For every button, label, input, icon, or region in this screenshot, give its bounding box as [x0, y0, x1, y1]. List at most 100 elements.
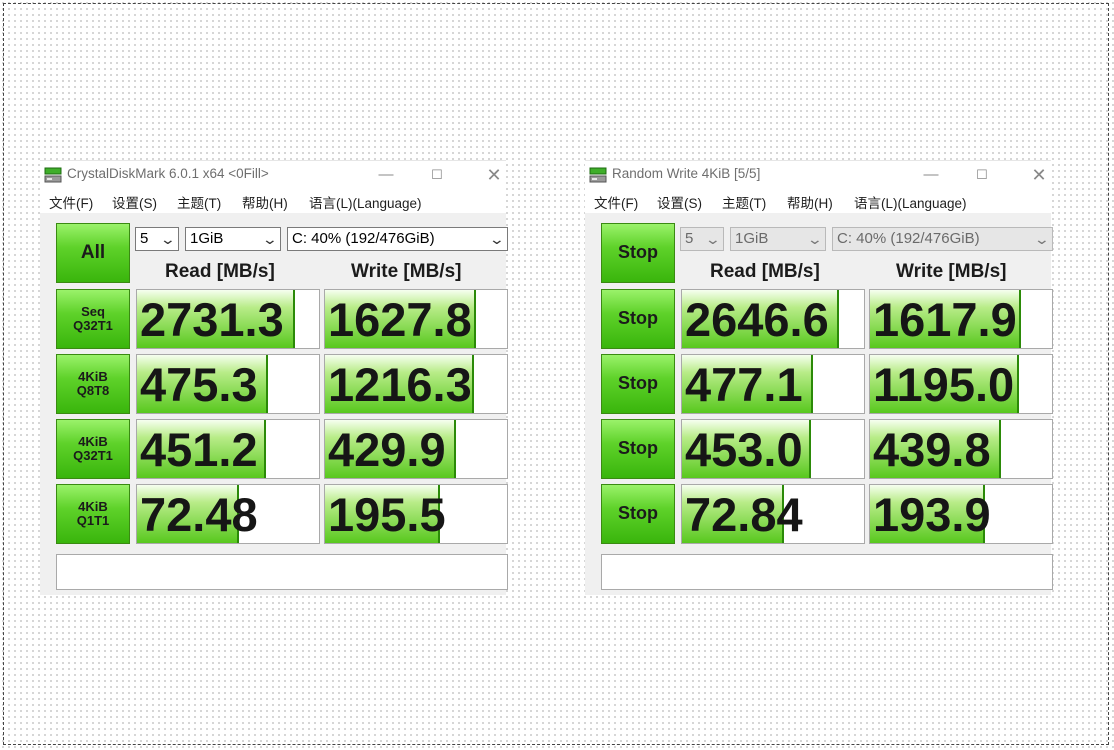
menu-theme[interactable]: 主题(T) — [177, 192, 221, 212]
close-button[interactable]: ✕ — [1028, 164, 1050, 186]
stop-button[interactable]: Stop — [601, 223, 675, 283]
4kib-q1t1-button[interactable]: 4KiB Q1T1 — [56, 484, 130, 544]
result-bar-edge — [472, 355, 474, 413]
chevron-down-icon: ⌄ — [806, 231, 824, 247]
minimize-button[interactable]: — — [920, 164, 942, 186]
stop-button[interactable]: Stop — [601, 484, 675, 544]
drive-select[interactable]: C: 40% (192/476GiB) ⌄ — [832, 227, 1053, 251]
read-result-cell: 477.1 — [681, 354, 865, 414]
row-label-line2: Q8T8 — [76, 383, 110, 398]
drive-value: C: 40% (192/476GiB) — [837, 230, 980, 247]
4kib-q8t8-button[interactable]: 4KiB Q8T8 — [56, 354, 130, 414]
title-bar: CrystalDiskMark 6.0.1 x64 <0Fill> — ☐ ✕ — [40, 161, 506, 189]
menu-language[interactable]: 语言(L)(Language) — [309, 192, 422, 212]
test-size-select[interactable]: 1GiB ⌄ — [185, 227, 281, 251]
write-value: 439.8 — [873, 423, 991, 476]
all-button[interactable]: All — [56, 223, 130, 283]
maximize-button[interactable]: ☐ — [971, 164, 993, 186]
read-result-cell: 453.0 — [681, 419, 865, 479]
row-label-line2: Q32T1 — [73, 318, 113, 333]
comment-field[interactable] — [601, 554, 1053, 590]
read-value: 2646.6 — [685, 293, 829, 346]
write-result-cell: 195.5 — [324, 484, 508, 544]
read-result-cell: 2731.3 — [136, 289, 320, 349]
menu-file[interactable]: 文件(F) — [49, 192, 93, 212]
test-count-value: 5 — [685, 230, 694, 247]
write-header: Write [MB/s] — [896, 261, 1007, 282]
result-bar-edge — [266, 355, 268, 413]
read-header: Read [MB/s] — [165, 261, 275, 282]
seq-q32t1-button[interactable]: Seq Q32T1 — [56, 289, 130, 349]
maximize-button[interactable]: ☐ — [426, 164, 448, 186]
benchmark-panel: All 5 ⌄ 1GiB ⌄ C: 40% (192/476GiB) ⌄ Read [… — [40, 213, 508, 595]
result-bar-edge — [264, 420, 266, 478]
result-bar-edge — [999, 420, 1001, 478]
window-title: CrystalDiskMark 6.0.1 x64 <0Fill> — [67, 166, 269, 181]
row-label-line1: 4KiB — [78, 498, 108, 514]
menu-theme[interactable]: 主题(T) — [722, 192, 766, 212]
write-header: Write [MB/s] — [351, 261, 462, 282]
menu-file[interactable]: 文件(F) — [594, 192, 638, 212]
menu-settings[interactable]: 设置(S) — [657, 192, 702, 212]
stop-button[interactable]: Stop — [601, 419, 675, 479]
write-value: 1216.3 — [328, 358, 472, 411]
result-bar-edge — [1017, 355, 1019, 413]
menu-language[interactable]: 语言(L)(Language) — [854, 192, 967, 212]
benchmark-panel: Stop 5 ⌄ 1GiB ⌄ C: 40% (192/476GiB) ⌄ Read … — [585, 213, 1053, 595]
title-bar: Random Write 4KiB [5/5] — ☐ ✕ — [585, 161, 1051, 189]
write-value: 1617.9 — [873, 293, 1017, 346]
chevron-down-icon: ⌄ — [488, 231, 506, 247]
write-value: 193.9 — [873, 488, 991, 541]
app-disk-icon — [589, 167, 607, 183]
row-label-line1: 4KiB — [78, 433, 108, 449]
result-bar-edge — [811, 355, 813, 413]
test-size-value: 1GiB — [190, 230, 224, 247]
4kib-q32t1-button[interactable]: 4KiB Q32T1 — [56, 419, 130, 479]
read-result-cell: 451.2 — [136, 419, 320, 479]
write-result-cell: 193.9 — [869, 484, 1053, 544]
result-bar-edge — [474, 290, 476, 348]
write-value: 429.9 — [328, 423, 446, 476]
stop-button[interactable]: Stop — [601, 289, 675, 349]
menu-help[interactable]: 帮助(H) — [787, 192, 833, 212]
chevron-down-icon: ⌄ — [704, 231, 722, 247]
app-disk-icon — [44, 167, 62, 183]
read-value: 72.84 — [685, 488, 803, 541]
test-size-select[interactable]: 1GiB ⌄ — [730, 227, 826, 251]
test-count-value: 5 — [140, 230, 149, 247]
read-result-cell: 72.48 — [136, 484, 320, 544]
minimize-button[interactable]: — — [375, 164, 397, 186]
result-bar-edge — [837, 290, 839, 348]
result-bar-edge — [809, 420, 811, 478]
drive-select[interactable]: C: 40% (192/476GiB) ⌄ — [287, 227, 508, 251]
read-value: 451.2 — [140, 423, 258, 476]
read-value: 477.1 — [685, 358, 803, 411]
menu-bar: 文件(F) 设置(S) 主题(T) 帮助(H) 语言(L)(Language) — [585, 189, 1051, 213]
row-label-line1: 4KiB — [78, 368, 108, 384]
menu-settings[interactable]: 设置(S) — [112, 192, 157, 212]
write-result-cell: 1617.9 — [869, 289, 1053, 349]
close-button[interactable]: ✕ — [483, 164, 505, 186]
row-label-line2: Q1T1 — [76, 513, 110, 528]
read-value: 453.0 — [685, 423, 803, 476]
chevron-down-icon: ⌄ — [1033, 231, 1051, 247]
read-value: 72.48 — [140, 488, 258, 541]
write-result-cell: 429.9 — [324, 419, 508, 479]
result-bar-edge — [454, 420, 456, 478]
write-result-cell: 1195.0 — [869, 354, 1053, 414]
crystaldiskmark-window-left: CrystalDiskMark 6.0.1 x64 <0Fill> — ☐ ✕ … — [40, 160, 508, 595]
write-result-cell: 1627.8 — [324, 289, 508, 349]
read-value: 475.3 — [140, 358, 258, 411]
chevron-down-icon: ⌄ — [159, 231, 177, 247]
stop-button[interactable]: Stop — [601, 354, 675, 414]
read-result-cell: 72.84 — [681, 484, 865, 544]
comment-field[interactable] — [56, 554, 508, 590]
write-result-cell: 439.8 — [869, 419, 1053, 479]
crystaldiskmark-window-right: Random Write 4KiB [5/5] — ☐ ✕ 文件(F) 设置(S… — [585, 160, 1053, 595]
write-value: 1195.0 — [873, 358, 1015, 411]
test-count-select[interactable]: 5 ⌄ — [680, 227, 724, 251]
menu-bar: 文件(F) 设置(S) 主题(T) 帮助(H) 语言(L)(Language) — [40, 189, 506, 213]
menu-help[interactable]: 帮助(H) — [242, 192, 288, 212]
test-count-select[interactable]: 5 ⌄ — [135, 227, 179, 251]
read-result-cell: 2646.6 — [681, 289, 865, 349]
